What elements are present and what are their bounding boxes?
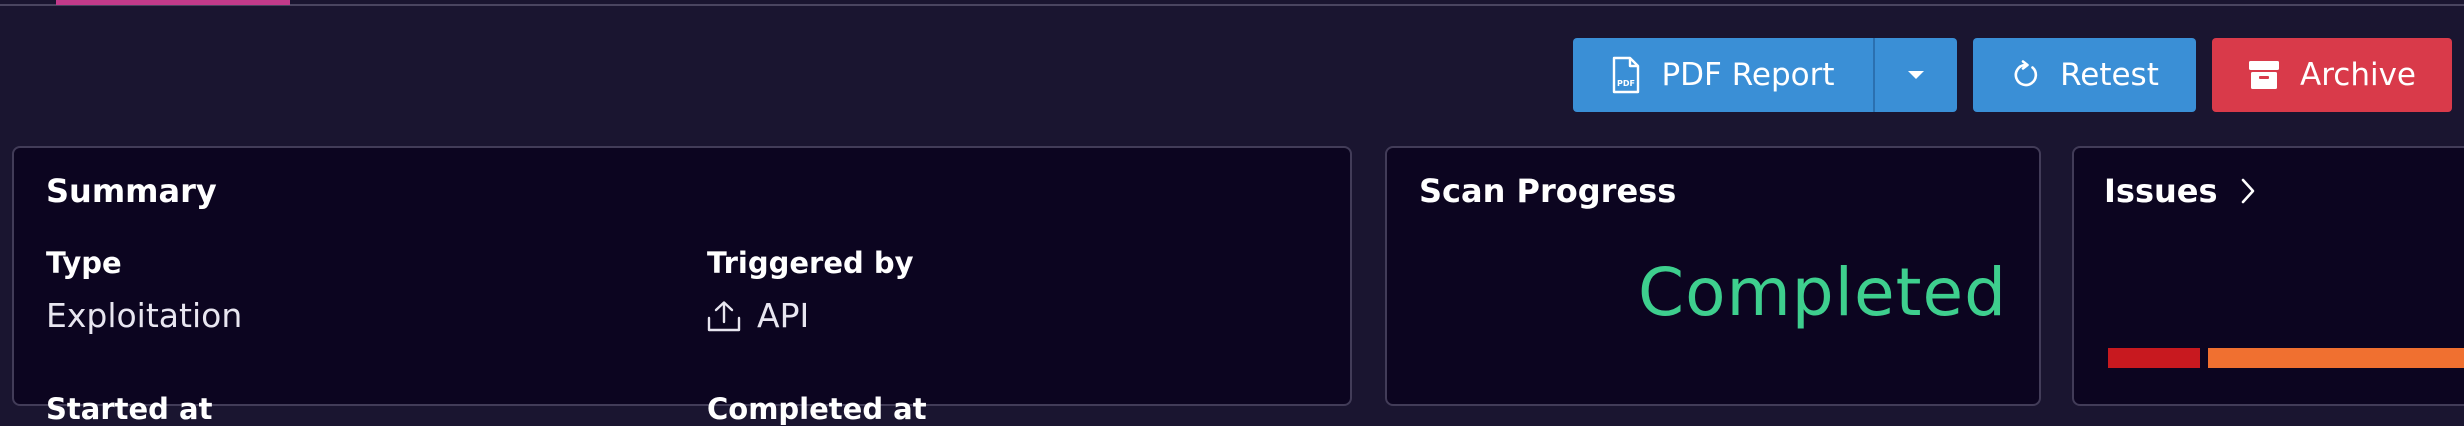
type-value: Exploitation xyxy=(46,296,242,335)
scan-progress-card: Scan Progress Completed xyxy=(1385,146,2041,406)
pdf-report-dropdown-button[interactable] xyxy=(1873,38,1957,112)
active-tab-indicator xyxy=(56,0,290,5)
triggered-by-value: API xyxy=(707,296,809,335)
issues-critical-segment xyxy=(2108,348,2200,368)
issues-high-segment xyxy=(2208,348,2464,368)
triggered-by-value-text: API xyxy=(757,296,810,335)
issues-title: Issues xyxy=(2104,172,2218,210)
retest-label: Retest xyxy=(2060,57,2159,93)
summary-card: Summary Type Exploitation Triggered by A… xyxy=(12,146,1352,426)
pdf-report-label: PDF Report xyxy=(1661,57,1835,93)
retest-button[interactable]: Retest xyxy=(1973,38,2196,112)
type-value-text: Exploitation xyxy=(46,296,243,335)
pdf-report-split-button: PDF PDF Report xyxy=(1573,38,1957,112)
upload-icon xyxy=(707,300,741,332)
issues-severity-bar xyxy=(2108,348,2464,368)
archive-button[interactable]: Archive xyxy=(2212,38,2452,112)
issues-link[interactable]: Issues xyxy=(2104,172,2256,210)
triggered-by-label: Triggered by xyxy=(707,246,914,280)
summary-title: Summary xyxy=(46,172,217,210)
completed-at-label: Completed at xyxy=(707,392,927,426)
archive-box-icon xyxy=(2248,60,2280,90)
svg-text:PDF: PDF xyxy=(1618,79,1636,88)
type-label: Type xyxy=(46,246,122,280)
refresh-icon xyxy=(2010,60,2040,90)
chevron-down-icon xyxy=(1906,69,1926,81)
tab-strip xyxy=(0,0,2464,6)
report-toolbar: PDF PDF Report Retest Archive xyxy=(1573,38,2452,112)
scan-progress-title: Scan Progress xyxy=(1419,172,1677,210)
scan-status: Completed xyxy=(1638,254,2007,331)
chevron-right-icon xyxy=(2240,177,2256,205)
started-at-label: Started at xyxy=(46,392,213,426)
issues-card: Issues xyxy=(2072,146,2464,406)
pdf-report-button[interactable]: PDF PDF Report xyxy=(1573,38,1873,112)
archive-label: Archive xyxy=(2300,57,2416,93)
pdf-file-icon: PDF xyxy=(1611,56,1641,94)
